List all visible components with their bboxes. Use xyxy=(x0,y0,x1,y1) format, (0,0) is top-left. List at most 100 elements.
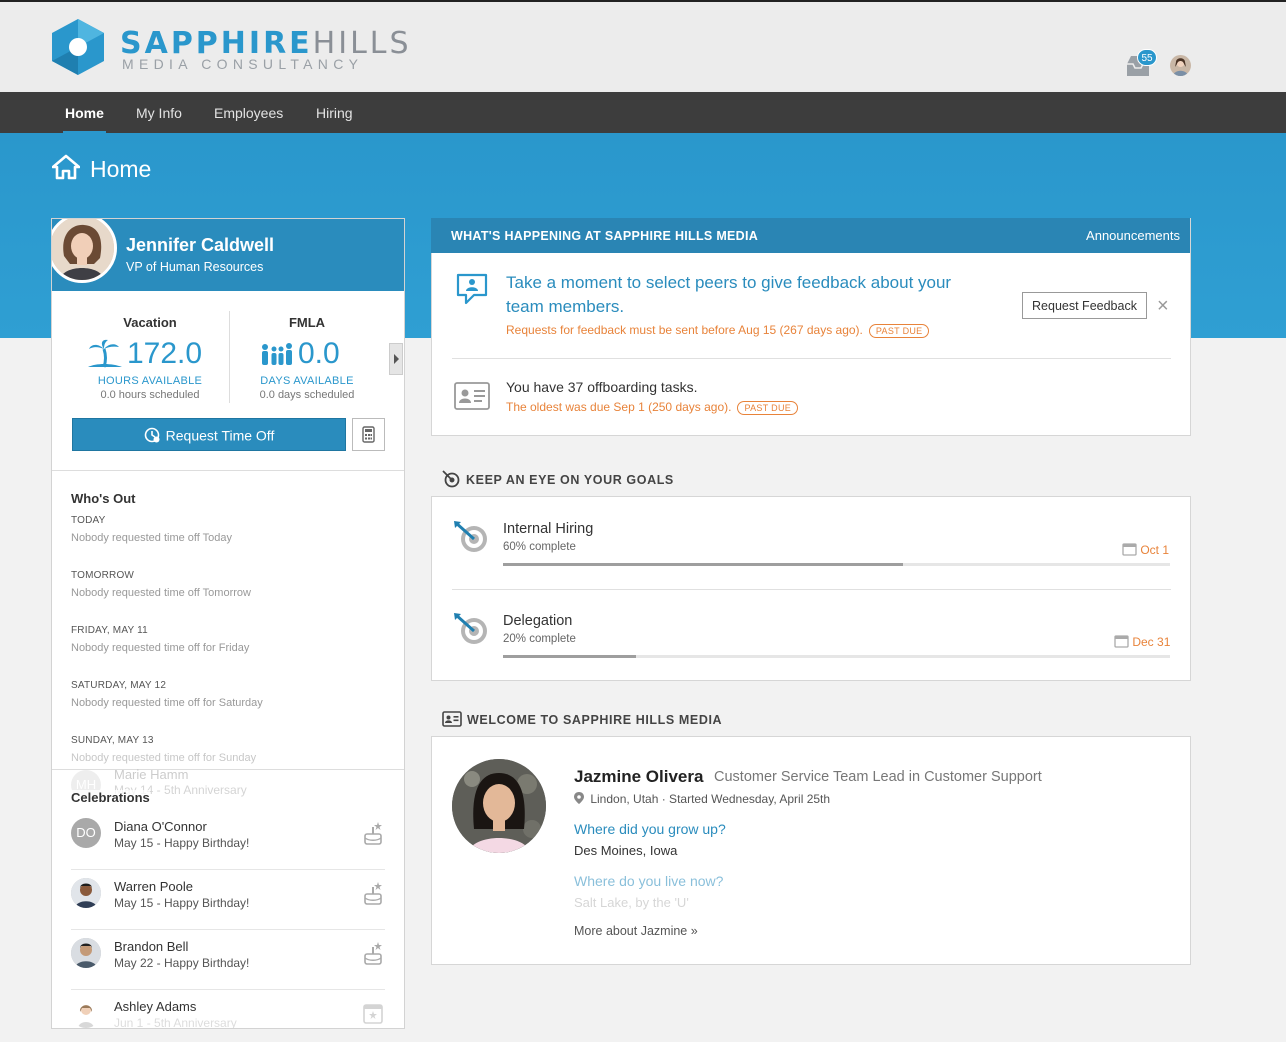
profile-name[interactable]: Jennifer Caldwell xyxy=(126,235,274,256)
vacation-label: Vacation xyxy=(123,315,177,330)
whos-out-day: TOMORROW xyxy=(71,570,135,581)
fmla-scheduled: 0.0 days scheduled xyxy=(259,389,355,401)
more-about-link[interactable]: More about Jazmine » xyxy=(574,924,698,938)
feedback-due-text: Requests for feedback must be sent befor… xyxy=(506,323,930,338)
celebration-row[interactable]: Ashley Adams Jun 1 - 5th Anniversary xyxy=(71,990,385,1029)
celebration-name[interactable]: Brandon Bell xyxy=(114,939,188,954)
feedback-due-label: Requests for feedback must be sent befor… xyxy=(506,323,863,337)
vacation-unit: HOURS AVAILABLE xyxy=(97,375,203,387)
profile-title: VP of Human Resources xyxy=(126,260,264,274)
fmla-label: FMLA xyxy=(288,315,326,330)
whos-out-title: Who's Out xyxy=(71,491,136,506)
fmla-days-value[interactable]: 0.0 xyxy=(298,337,340,371)
goal-item[interactable]: Delegation 20% complete Dec 31 xyxy=(432,589,1190,681)
goal-name[interactable]: Delegation xyxy=(503,613,572,629)
whos-out-day: TODAY xyxy=(71,515,106,526)
inbox-count-badge[interactable]: 55 xyxy=(1137,49,1157,66)
family-icon xyxy=(262,343,292,365)
celebration-sub: May 22 - Happy Birthday! xyxy=(114,956,250,970)
whos-out-day: SUNDAY, MAY 13 xyxy=(71,735,154,746)
celebration-avatar[interactable]: DO xyxy=(71,818,101,848)
whos-out-note: Nobody requested time off Today xyxy=(71,532,233,544)
celebration-avatar[interactable] xyxy=(71,998,101,1028)
request-time-off-label: Request Time Off xyxy=(165,427,275,444)
new-hire-location: Lindon, Utah · Started Wednesday, April … xyxy=(574,792,830,806)
request-time-off-button[interactable]: Request Time Off xyxy=(72,418,346,451)
new-hire-location-label: Lindon, Utah · Started Wednesday, April … xyxy=(590,792,831,806)
user-avatar[interactable] xyxy=(1170,55,1191,76)
target-dart-icon xyxy=(454,613,487,644)
card-divider xyxy=(452,358,1171,359)
birthday-cake-icon xyxy=(364,822,382,845)
birthday-cake-icon xyxy=(364,942,382,965)
nav-item-employees[interactable]: Employees xyxy=(214,105,283,121)
nav-item-home[interactable]: Home xyxy=(63,105,106,135)
announcements-link[interactable]: Announcements xyxy=(1086,228,1180,243)
answer-2: Salt Lake, by the 'U' xyxy=(574,895,689,910)
birthday-cake-icon xyxy=(364,882,382,905)
offboarding-due-label: The oldest was due Sep 1 (250 days ago). xyxy=(506,400,732,414)
nav-item-my-info[interactable]: My Info xyxy=(136,105,182,121)
celebration-avatar[interactable] xyxy=(71,878,101,908)
id-card-icon xyxy=(454,382,490,410)
new-hire-name[interactable]: Jazmine Olivera xyxy=(574,767,703,787)
vacation-hours-value[interactable]: 172.0 xyxy=(127,337,202,371)
goal-progress-track xyxy=(503,655,1170,658)
celebration-row[interactable]: Warren Poole May 15 - Happy Birthday! xyxy=(71,870,385,930)
answer-1: Des Moines, Iowa xyxy=(574,843,678,858)
welcome-title: WELCOME TO SAPPHIRE HILLS MEDIA xyxy=(467,713,723,727)
whats-happening-header: WHAT'S HAPPENING AT SAPPHIRE HILLS MEDIA… xyxy=(431,218,1190,253)
offboarding-due-text: The oldest was due Sep 1 (250 days ago).… xyxy=(506,400,799,415)
top-bar: SAPPHIREHILLS MEDIA CONSULTANCY 55 xyxy=(0,0,1286,92)
goal-progress-track xyxy=(503,563,1170,566)
balances-next-arrow[interactable] xyxy=(389,343,403,375)
celebration-name[interactable]: Diana O'Connor xyxy=(114,819,207,834)
home-icon xyxy=(52,154,80,180)
left-panel: Jennifer Caldwell VP of Human Resources … xyxy=(51,218,405,1029)
goal-percent: 60% complete xyxy=(503,541,576,553)
profile-card: Jennifer Caldwell VP of Human Resources xyxy=(52,219,404,291)
celebration-row[interactable]: Brandon Bell May 22 - Happy Birthday! xyxy=(71,930,385,990)
hexagon-logo-icon[interactable] xyxy=(50,17,106,77)
goal-progress-fill xyxy=(503,563,904,566)
palm-tree-icon xyxy=(88,339,122,368)
whos-out-note: Nobody requested time off Tomorrow xyxy=(71,587,251,599)
welcome-card: Jazmine Olivera Customer Service Team Le… xyxy=(431,736,1191,965)
celebration-sub: Jun 1 - 5th Anniversary xyxy=(114,1016,237,1029)
goal-due-label: Dec 31 xyxy=(1132,635,1171,649)
brand-tagline: MEDIA CONSULTANCY xyxy=(122,56,364,72)
calendar-icon xyxy=(1122,543,1137,556)
goal-due-label: Oct 1 xyxy=(1140,543,1170,557)
celebration-avatar[interactable] xyxy=(71,938,101,968)
calculator-button[interactable] xyxy=(352,418,385,451)
goals-title: KEEP AN EYE ON YOUR GOALS xyxy=(466,473,674,487)
question-2: Where do you live now? xyxy=(574,873,724,889)
profile-avatar[interactable] xyxy=(52,219,117,283)
whos-out-note: Nobody requested time off for Sunday xyxy=(71,752,257,764)
vacation-scheduled: 0.0 hours scheduled xyxy=(100,389,200,401)
celebration-sub: May 15 - Happy Birthday! xyxy=(114,896,250,910)
request-feedback-button[interactable]: Request Feedback xyxy=(1022,292,1147,319)
celebration-sub: May 15 - Happy Birthday! xyxy=(114,836,250,850)
new-hire-role: Customer Service Team Lead in Customer S… xyxy=(714,769,1042,785)
main-nav: Home My Info Employees Hiring xyxy=(0,92,1286,135)
close-icon[interactable]: × xyxy=(1157,295,1169,318)
goal-item[interactable]: Internal Hiring 60% complete Oct 1 xyxy=(432,497,1190,589)
goal-percent: 20% complete xyxy=(503,633,576,645)
celebration-row[interactable]: DO Diana O'Connor May 15 - Happy Birthda… xyxy=(71,810,385,870)
celebration-name[interactable]: Warren Poole xyxy=(114,879,193,894)
feedback-message[interactable]: Take a moment to select peers to give fe… xyxy=(506,271,986,319)
new-hire-avatar[interactable] xyxy=(452,759,546,853)
goals-card: Internal Hiring 60% complete Oct 1 Deleg… xyxy=(431,496,1191,681)
goal-due-date: Oct 1 xyxy=(1122,542,1169,557)
celebration-name[interactable]: Ashley Adams xyxy=(114,999,196,1014)
offboarding-message[interactable]: You have 37 offboarding tasks. xyxy=(506,379,697,395)
whos-out-note: Nobody requested time off for Saturday xyxy=(71,697,263,709)
past-due-badge: PAST DUE xyxy=(737,401,799,415)
nav-item-hiring[interactable]: Hiring xyxy=(316,105,353,121)
goal-name[interactable]: Internal Hiring xyxy=(503,521,593,537)
section-divider xyxy=(52,470,404,471)
location-pin-icon xyxy=(574,792,584,804)
question-1: Where did you grow up? xyxy=(574,821,726,837)
fmla-unit: DAYS AVAILABLE xyxy=(260,375,354,387)
